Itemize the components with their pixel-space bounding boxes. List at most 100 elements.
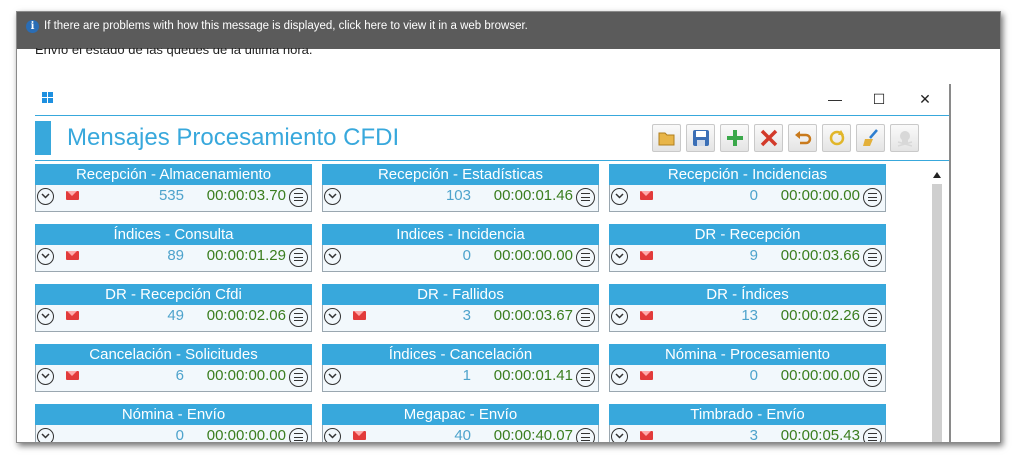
mail-icon[interactable] bbox=[353, 311, 366, 320]
delete-button[interactable] bbox=[754, 124, 783, 152]
list-menu-button[interactable] bbox=[576, 308, 595, 327]
queue-time: 00:00:00.00 bbox=[493, 247, 573, 264]
chevron-down-icon bbox=[615, 373, 624, 379]
queue-card: Cancelación - Solicitudes 6 00:00:00.00 bbox=[35, 344, 312, 392]
queue-count: 13 bbox=[741, 307, 758, 324]
chevron-down-icon bbox=[328, 433, 337, 439]
list-menu-button[interactable] bbox=[289, 248, 308, 267]
queue-count: 6 bbox=[175, 367, 184, 384]
expand-button[interactable] bbox=[37, 368, 54, 385]
expand-button[interactable] bbox=[324, 368, 341, 385]
scroll-up-icon[interactable] bbox=[933, 172, 941, 178]
refresh-button[interactable] bbox=[822, 124, 851, 152]
mail-icon[interactable] bbox=[640, 371, 653, 380]
save-button[interactable] bbox=[686, 124, 715, 152]
chevron-down-icon bbox=[41, 253, 50, 259]
queue-count: 9 bbox=[749, 247, 758, 264]
expand-button[interactable] bbox=[324, 248, 341, 265]
chevron-down-icon bbox=[615, 193, 624, 199]
message-body: Envío el estado de las queues de la últi… bbox=[35, 48, 313, 60]
list-menu-button[interactable] bbox=[863, 308, 882, 327]
expand-button[interactable] bbox=[611, 428, 628, 442]
list-menu-button[interactable] bbox=[289, 368, 308, 387]
page-title: Mensajes Procesamiento CFDI bbox=[67, 124, 400, 151]
list-menu-button[interactable] bbox=[576, 248, 595, 267]
expand-button[interactable] bbox=[324, 188, 341, 205]
list-menu-button[interactable] bbox=[576, 368, 595, 387]
queue-count: 3 bbox=[462, 307, 471, 324]
chevron-down-icon bbox=[615, 313, 624, 319]
list-menu-button[interactable] bbox=[576, 188, 595, 207]
open-button[interactable] bbox=[652, 124, 681, 152]
expand-button[interactable] bbox=[37, 308, 54, 325]
expand-button[interactable] bbox=[37, 248, 54, 265]
queue-card: Índices - Consulta 89 00:00:01.29 bbox=[35, 224, 312, 272]
queue-card-row: 535 00:00:03.70 bbox=[35, 185, 312, 212]
mail-icon[interactable] bbox=[640, 311, 653, 320]
close-button[interactable]: ✕ bbox=[917, 91, 933, 107]
list-menu-button[interactable] bbox=[289, 188, 308, 207]
mail-icon[interactable] bbox=[66, 251, 79, 260]
list-menu-button[interactable] bbox=[289, 428, 308, 442]
list-menu-button[interactable] bbox=[863, 428, 882, 442]
queue-time: 00:00:00.00 bbox=[206, 367, 286, 384]
chevron-down-icon bbox=[328, 253, 337, 259]
expand-button[interactable] bbox=[611, 188, 628, 205]
queue-count: 0 bbox=[462, 247, 471, 264]
list-menu-button[interactable] bbox=[576, 428, 595, 442]
chevron-down-icon bbox=[41, 193, 50, 199]
maximize-button[interactable]: ☐ bbox=[871, 91, 887, 107]
queue-card: Índices - Cancelación 1 00:00:01.41 bbox=[322, 344, 599, 392]
minimize-button[interactable]: — bbox=[827, 91, 843, 107]
queue-card: Nómina - Envío 0 00:00:00.00 bbox=[35, 404, 312, 443]
list-menu-button[interactable] bbox=[863, 368, 882, 387]
list-menu-button[interactable] bbox=[289, 308, 308, 327]
queue-grid: Recepción - Almacenamiento 535 00:00:03.70… bbox=[35, 164, 925, 443]
queue-card-row: 0 00:00:00.00 bbox=[609, 185, 886, 212]
mail-icon[interactable] bbox=[66, 371, 79, 380]
message-body-text: Envío el estado de las queues de la últi… bbox=[35, 48, 313, 57]
info-bar-text[interactable]: If there are problems with how this mess… bbox=[44, 20, 528, 32]
mail-icon[interactable] bbox=[66, 191, 79, 200]
queue-card-title: DR - Recepción bbox=[609, 224, 886, 245]
kill-button[interactable] bbox=[890, 124, 919, 152]
chevron-down-icon bbox=[41, 313, 50, 319]
vertical-scrollbar[interactable] bbox=[929, 168, 945, 442]
queue-card-title: Nómina - Envío bbox=[35, 404, 312, 425]
queue-card-title: Timbrado - Envío bbox=[609, 404, 886, 425]
expand-button[interactable] bbox=[611, 248, 628, 265]
mail-icon[interactable] bbox=[640, 191, 653, 200]
scroll-thumb[interactable] bbox=[932, 184, 942, 442]
queue-time: 00:00:02.26 bbox=[780, 307, 860, 324]
queue-count: 0 bbox=[175, 427, 184, 443]
title-accent-bar bbox=[35, 121, 51, 155]
queue-card-row: 6 00:00:00.00 bbox=[35, 365, 312, 392]
expand-button[interactable] bbox=[611, 368, 628, 385]
list-menu-button[interactable] bbox=[863, 248, 882, 267]
expand-button[interactable] bbox=[324, 428, 341, 442]
queue-card-title: Recepción - Almacenamiento bbox=[35, 164, 312, 185]
clean-button[interactable] bbox=[856, 124, 885, 152]
mail-icon[interactable] bbox=[640, 431, 653, 440]
windows-logo-icon bbox=[42, 92, 54, 104]
expand-button[interactable] bbox=[37, 188, 54, 205]
expand-button[interactable] bbox=[37, 428, 54, 442]
chevron-down-icon bbox=[328, 373, 337, 379]
refresh-icon bbox=[829, 130, 845, 146]
queue-count: 535 bbox=[158, 187, 184, 204]
info-bar[interactable]: i If there are problems with how this me… bbox=[17, 12, 1000, 49]
add-button[interactable] bbox=[720, 124, 749, 152]
expand-button[interactable] bbox=[611, 308, 628, 325]
queue-card-row: 89 00:00:01.29 bbox=[35, 245, 312, 272]
list-menu-button[interactable] bbox=[863, 188, 882, 207]
queue-card: DR - Recepción Cfdi 49 00:00:02.06 bbox=[35, 284, 312, 332]
expand-button[interactable] bbox=[324, 308, 341, 325]
queue-card: Recepción - Almacenamiento 535 00:00:03.70 bbox=[35, 164, 312, 212]
mail-icon[interactable] bbox=[66, 311, 79, 320]
undo-button[interactable] bbox=[788, 124, 817, 152]
mail-icon[interactable] bbox=[640, 251, 653, 260]
queue-card-title: DR - Recepción Cfdi bbox=[35, 284, 312, 305]
embedded-app-window: — ☐ ✕ Mensajes Procesamiento CFDI Recepc… bbox=[35, 84, 951, 443]
delete-icon bbox=[760, 129, 778, 147]
mail-icon[interactable] bbox=[353, 431, 366, 440]
